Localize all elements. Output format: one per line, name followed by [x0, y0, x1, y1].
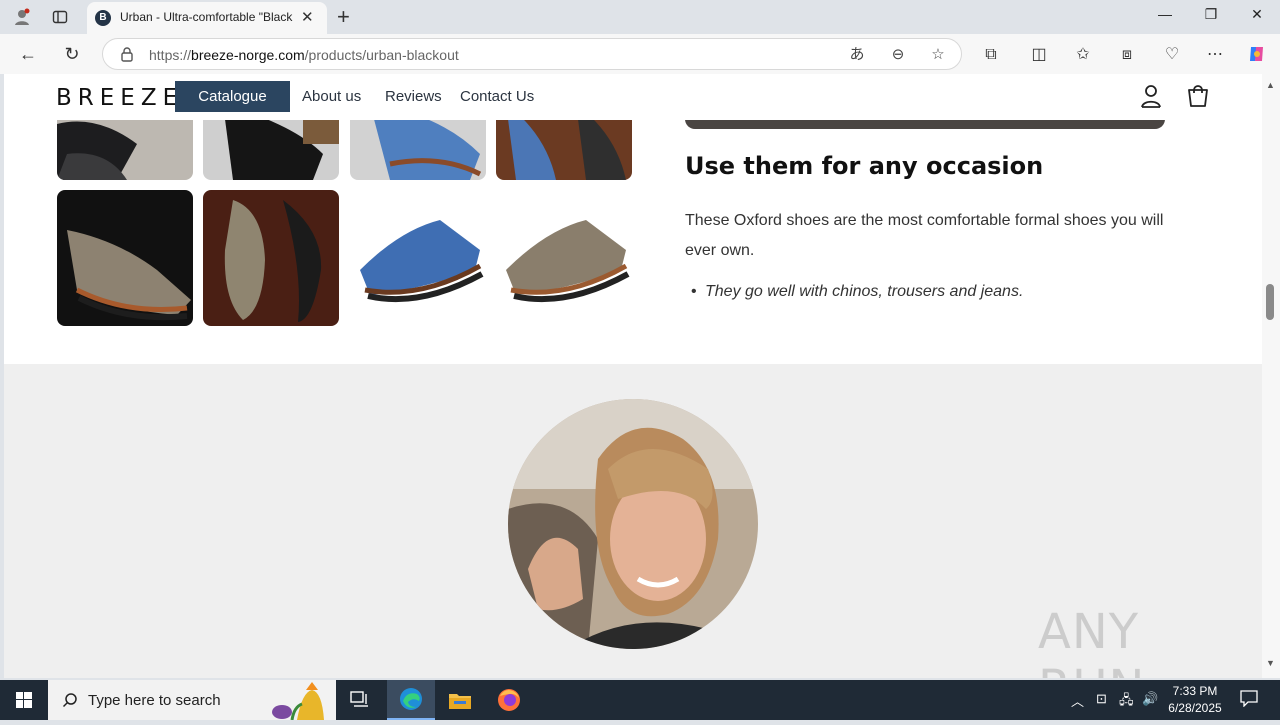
- search-placeholder: Type here to search: [88, 692, 221, 709]
- cart-icon[interactable]: [1186, 84, 1210, 108]
- network-icon[interactable]: 🖧: [1119, 691, 1134, 713]
- minimize-icon[interactable]: —: [1150, 6, 1180, 28]
- site-header: BREEZE Catalogue About us Reviews Contac…: [4, 74, 1262, 120]
- clock-date[interactable]: 6/28/2025: [1166, 701, 1224, 715]
- new-tab-icon[interactable]: +: [337, 4, 350, 30]
- tab-title: Urban - Ultra-comfortable "Black: [120, 10, 293, 24]
- tab-active[interactable]: B Urban - Ultra-comfortable "Black ✕: [87, 2, 327, 34]
- product-thumbnail[interactable]: [496, 190, 632, 326]
- page-viewport: Use them for any occasion These Oxford s…: [4, 74, 1262, 678]
- address-bar[interactable]: https://breeze-norge.com/products/urban-…: [102, 38, 962, 70]
- browser-toolbar: ← ↻ https://breeze-norge.com/products/ur…: [0, 34, 1280, 74]
- browser-essentials-icon[interactable]: ♡: [1161, 44, 1183, 66]
- nav-contact-link[interactable]: Contact Us: [460, 88, 534, 105]
- section-paragraph: These Oxford shoes are the most comforta…: [685, 212, 1164, 259]
- tray-device-icon[interactable]: ⊡: [1096, 691, 1107, 707]
- tab-actions-icon[interactable]: [48, 6, 72, 28]
- file-explorer-icon[interactable]: [436, 680, 484, 720]
- start-button[interactable]: [0, 680, 48, 720]
- back-icon[interactable]: ←: [16, 42, 40, 66]
- translate-icon[interactable]: あ: [847, 45, 867, 65]
- notifications-icon[interactable]: [1240, 689, 1258, 710]
- product-thumbnail[interactable]: [203, 190, 339, 326]
- scrollbar-thumb[interactable]: [1266, 284, 1274, 320]
- feature-bullet: They go well with chinos, trousers and j…: [691, 283, 1023, 301]
- testimonial-section: ANY RUN: [4, 364, 1262, 678]
- site-favicon-icon: B: [95, 10, 111, 26]
- watermark: ANY RUN: [1038, 604, 1144, 678]
- tab-close-icon[interactable]: ✕: [301, 8, 314, 26]
- favorite-star-icon[interactable]: ☆: [928, 45, 948, 65]
- lock-icon[interactable]: [119, 46, 135, 62]
- more-menu-icon[interactable]: ⋯: [1204, 44, 1226, 66]
- collections-icon[interactable]: ⧈: [1116, 44, 1138, 66]
- favorites-icon[interactable]: ✩: [1072, 44, 1094, 66]
- brand-logo[interactable]: BREEZE: [56, 85, 183, 111]
- clock-time[interactable]: 7:33 PM: [1166, 684, 1224, 698]
- nav-reviews-link[interactable]: Reviews: [385, 88, 442, 105]
- extensions-icon[interactable]: ⧉: [980, 44, 1002, 66]
- section-heading: Use them for any occasion: [685, 152, 1044, 180]
- search-highlight-image: [272, 682, 324, 720]
- nav-catalogue-button[interactable]: Catalogue: [175, 81, 290, 112]
- scroll-up-icon[interactable]: ▲: [1266, 80, 1275, 90]
- edge-taskbar-icon[interactable]: [387, 680, 435, 720]
- browser-titlebar: B Urban - Ultra-comfortable "Black ✕ + —…: [0, 0, 1280, 34]
- window-close-icon[interactable]: ✕: [1242, 6, 1272, 28]
- restore-icon[interactable]: ❐: [1196, 6, 1226, 28]
- nav-about-link[interactable]: About us: [302, 88, 361, 105]
- task-view-icon[interactable]: [336, 680, 384, 720]
- product-thumbnail[interactable]: [350, 190, 486, 326]
- copilot-icon[interactable]: [1246, 44, 1268, 66]
- reading-mode-icon[interactable]: ⊖: [888, 45, 908, 65]
- url-text: https://breeze-norge.com/products/urban-…: [149, 47, 459, 63]
- search-icon: [62, 693, 77, 708]
- customer-avatar: [508, 399, 758, 649]
- volume-icon[interactable]: 🔊: [1142, 691, 1158, 707]
- product-thumbnail[interactable]: [57, 190, 193, 326]
- profile-icon[interactable]: [10, 6, 34, 28]
- tray-overflow-icon[interactable]: ︿: [1071, 691, 1084, 710]
- taskbar-search-input[interactable]: Type here to search: [48, 680, 336, 720]
- windows-taskbar: Type here to search ︿ ⊡ 🖧 🔊 7:33 PM 6/28…: [0, 680, 1280, 720]
- split-screen-icon[interactable]: ◫: [1028, 44, 1050, 66]
- firefox-icon[interactable]: [485, 680, 533, 720]
- scroll-down-icon[interactable]: ▼: [1266, 658, 1275, 668]
- page-scrollbar[interactable]: ▲ ▼: [1262, 74, 1280, 678]
- account-icon[interactable]: [1140, 84, 1162, 108]
- refresh-icon[interactable]: ↻: [60, 42, 84, 66]
